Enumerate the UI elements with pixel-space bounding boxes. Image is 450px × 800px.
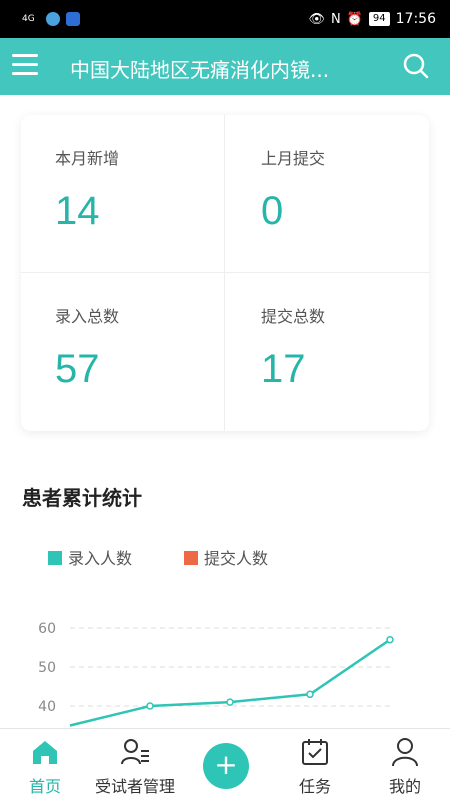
stat-total-entered[interactable]: 录入总数 57 <box>21 273 225 431</box>
stat-label: 本月新增 <box>55 149 120 168</box>
search-button[interactable] <box>402 52 430 80</box>
stat-label: 录入总数 <box>55 307 120 326</box>
legend-swatch <box>48 551 62 565</box>
stat-label: 提交总数 <box>261 307 326 326</box>
tab-task[interactable]: 任务 <box>270 729 360 800</box>
notification-app-icon <box>46 12 60 26</box>
legend-label: 提交人数 <box>204 549 269 568</box>
tab-label: 首页 <box>28 777 61 796</box>
data-point[interactable] <box>226 698 234 706</box>
stat-label: 上月提交 <box>261 149 326 168</box>
network-indicator: 4G <box>22 13 35 24</box>
y-tick-label: 40 <box>38 699 56 715</box>
subject-manage-icon <box>121 739 149 765</box>
menu-icon-line <box>12 72 38 75</box>
tab-label: 受试者管理 <box>94 777 175 796</box>
chart-svg: 60 50 40 <box>38 621 394 727</box>
y-tick-label: 60 <box>38 621 56 637</box>
home-icon <box>33 741 57 764</box>
menu-button[interactable] <box>12 54 38 78</box>
series-line <box>69 638 391 727</box>
eye-icon: 👁 <box>308 11 325 27</box>
alarm-icon: ⏰ <box>346 11 363 27</box>
data-point[interactable] <box>386 635 394 644</box>
stat-value: 14 <box>55 189 100 233</box>
legend-swatch <box>184 551 198 565</box>
page-title: 中国大陆地区无痛消化内镜... <box>70 58 330 82</box>
battery-indicator: 94 <box>368 12 390 26</box>
stat-last-month-submitted[interactable]: 上月提交 0 <box>225 115 429 273</box>
legend-item-entered[interactable]: 录入人数 <box>48 546 138 572</box>
menu-icon <box>12 54 38 57</box>
data-point[interactable] <box>146 702 154 710</box>
data-point[interactable] <box>306 690 314 699</box>
stat-total-submitted[interactable]: 提交总数 17 <box>225 273 429 431</box>
status-time: 17:56 <box>395 11 436 27</box>
app-header: 中国大陆地区无痛消化内镜... <box>0 38 450 95</box>
legend-item-submitted[interactable]: 提交人数 <box>184 546 274 572</box>
stat-value: 17 <box>261 347 306 391</box>
tab-label: 我的 <box>388 777 421 796</box>
status-left: 4G <box>22 12 80 26</box>
menu-icon-line <box>12 63 38 66</box>
cumulative-chart: 60 50 40 <box>0 610 450 730</box>
stat-value: 57 <box>55 347 100 391</box>
tab-home[interactable]: 首页 <box>0 729 90 800</box>
stats-card: 本月新增 14 上月提交 0 录入总数 57 提交总数 17 <box>21 115 429 431</box>
stat-value: 0 <box>261 189 284 233</box>
status-bar: 4G 👁 N ⏰ 94 17:56 <box>0 0 450 38</box>
section-title: 患者累计统计 <box>22 486 142 510</box>
tab-subject-management[interactable]: 受试者管理 <box>90 729 180 800</box>
tab-profile[interactable]: 我的 <box>360 729 450 800</box>
profile-icon <box>392 738 418 767</box>
task-icon <box>302 739 328 765</box>
add-button[interactable]: + <box>203 743 249 789</box>
status-right: 👁 N ⏰ 94 17:56 <box>308 11 436 27</box>
tab-label: 任务 <box>298 777 331 796</box>
search-icon <box>403 53 429 79</box>
legend-label: 录入人数 <box>68 549 133 568</box>
y-tick-label: 50 <box>38 660 56 676</box>
nfc-icon: N <box>330 11 341 27</box>
notification-shield-icon <box>66 12 80 26</box>
stat-month-new[interactable]: 本月新增 14 <box>21 115 225 273</box>
